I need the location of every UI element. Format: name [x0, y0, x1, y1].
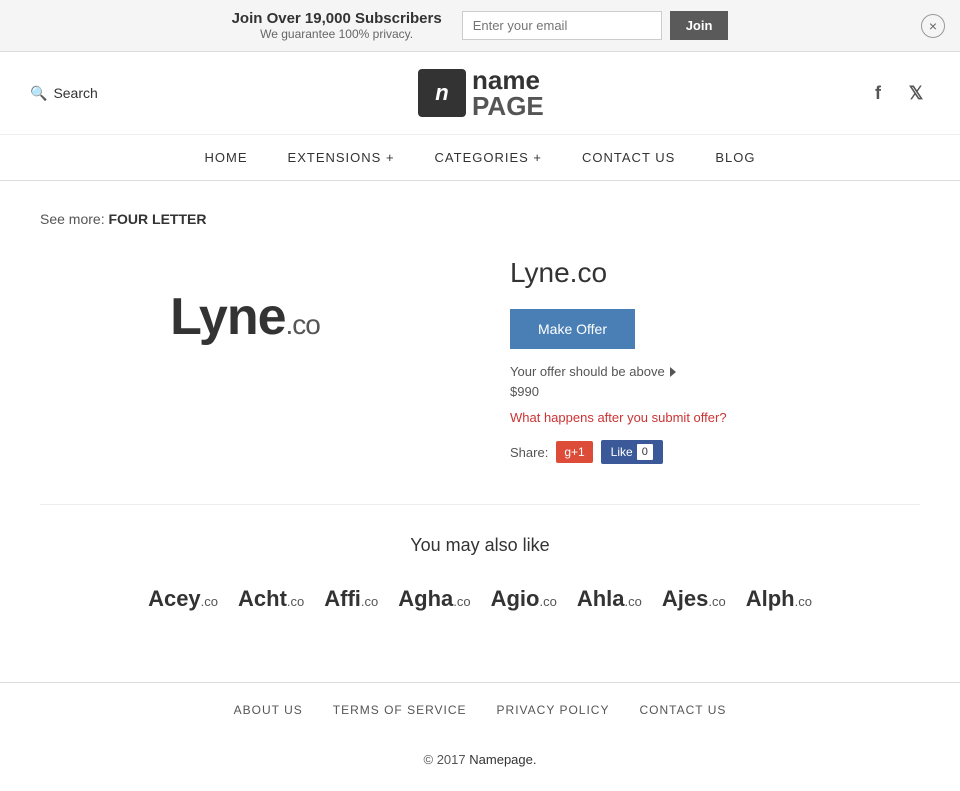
footer-about[interactable]: ABOUT US [234, 703, 303, 717]
nav-item-blog[interactable]: BLOG [715, 150, 755, 165]
social-icons: f 𝕏 [864, 79, 930, 107]
see-more-prefix: See more: [40, 211, 105, 227]
twitter-icon[interactable]: 𝕏 [902, 79, 930, 107]
logo-text: name PAGE [472, 67, 544, 119]
nav-item-extensions[interactable]: EXTENSIONS + [288, 150, 395, 165]
like-count: 0 [637, 444, 653, 460]
domain-tile[interactable]: Agio.co [491, 586, 557, 612]
footer-copy: © 2017 Namepage. [0, 737, 960, 782]
also-like-grid: Acey.co Acht.co Affi.co Agha.co Agio.co Ahla.… [40, 586, 920, 612]
logo-icon-box: n [418, 69, 466, 117]
see-more-link[interactable]: FOUR LETTER [108, 211, 206, 227]
nav-item-contact[interactable]: CONTACT US [582, 150, 675, 165]
offer-price: $990 [510, 384, 920, 399]
logo-name: name [472, 67, 544, 93]
logo-page: PAGE [472, 93, 544, 119]
domain-tile[interactable]: Acht.co [238, 586, 304, 612]
header: 🔍 Search n name PAGE f 𝕏 [0, 52, 960, 135]
offer-info-text: Your offer should be above [510, 364, 920, 379]
footer-links: ABOUT US TERMS OF SERVICE PRIVACY POLICY… [0, 682, 960, 737]
domain-tile[interactable]: Agha.co [398, 586, 470, 612]
domain-info-panel: Lyne.co Make Offer Your offer should be … [510, 257, 920, 464]
facebook-like-button[interactable]: Like 0 [601, 440, 663, 464]
logo-icon: n [435, 80, 448, 106]
copy-brand[interactable]: Namepage. [469, 752, 536, 767]
google-plus-button[interactable]: g+1 [556, 441, 592, 463]
close-banner-button[interactable]: × [921, 14, 945, 38]
banner-sub-text: We guarantee 100% privacy. [232, 27, 442, 41]
domain-logo-text: Lyne.co [170, 287, 320, 347]
see-more: See more: FOUR LETTER [40, 211, 920, 227]
banner-text: Join Over 19,000 Subscribers We guarante… [232, 10, 442, 41]
domain-tile[interactable]: Alph.co [746, 586, 812, 612]
offer-link[interactable]: What happens after you submit offer? [510, 410, 727, 425]
logo[interactable]: n name PAGE [418, 67, 544, 119]
domain-tile[interactable]: Affi.co [324, 586, 378, 612]
search-label: Search [53, 85, 97, 101]
domain-logo-big: Lyne.co [40, 257, 450, 377]
nav-item-categories[interactable]: CATEGORIES + [435, 150, 542, 165]
facebook-icon[interactable]: f [864, 79, 892, 107]
also-like-section: You may also like Acey.coAcht.coAffi.coA… [40, 504, 920, 612]
domain-tile[interactable]: Acey.co [148, 586, 218, 612]
logo-text-area: name PAGE [472, 67, 544, 119]
join-button[interactable]: Join [670, 11, 729, 40]
chevron-right-icon [670, 367, 676, 377]
email-input[interactable] [462, 11, 662, 40]
banner-main-text: Join Over 19,000 Subscribers [232, 10, 442, 27]
domain-tile[interactable]: Ajes.co [662, 586, 726, 612]
footer-privacy[interactable]: PRIVACY POLICY [497, 703, 610, 717]
domain-name-display: Lyne [170, 288, 285, 346]
nav-item-home[interactable]: HOME [205, 150, 248, 165]
domain-display-area: Lyne.co Lyne.co Make Offer Your offer sh… [40, 257, 920, 464]
share-row: Share: g+1 Like 0 [510, 440, 920, 464]
copy-prefix: © 2017 [424, 752, 466, 767]
domain-tile[interactable]: Ahla.co [577, 586, 642, 612]
facebook-like-label: Like [611, 445, 633, 459]
share-label: Share: [510, 445, 548, 460]
also-like-title: You may also like [40, 535, 920, 556]
domain-tld-display: .co [286, 309, 320, 340]
domain-heading: Lyne.co [510, 257, 920, 289]
email-form: Join [462, 11, 729, 40]
main-content: See more: FOUR LETTER Lyne.co Lyne.co Ma… [0, 181, 960, 642]
main-nav: HOME EXTENSIONS + CATEGORIES + CONTACT U… [0, 135, 960, 181]
search-button[interactable]: 🔍 Search [30, 85, 98, 102]
top-banner: Join Over 19,000 Subscribers We guarante… [0, 0, 960, 52]
footer-contact[interactable]: CONTACT US [639, 703, 726, 717]
search-icon: 🔍 [30, 85, 47, 102]
footer-terms[interactable]: TERMS OF SERVICE [333, 703, 467, 717]
make-offer-button[interactable]: Make Offer [510, 309, 635, 349]
